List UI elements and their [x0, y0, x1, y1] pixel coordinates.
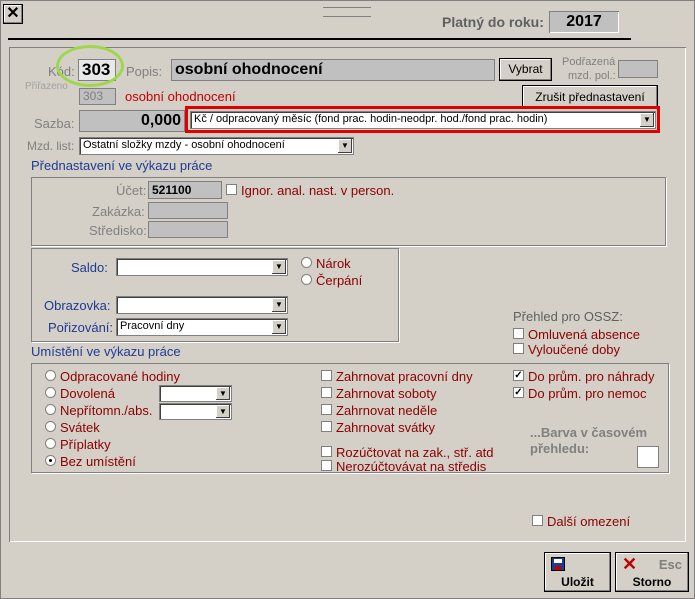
radio-worked-hours[interactable] — [45, 370, 56, 381]
color-swatch[interactable] — [637, 446, 659, 468]
draw-label: Čerpání — [316, 273, 363, 288]
include-holidays-checkbox[interactable] — [321, 421, 332, 432]
chevron-down-icon[interactable]: ▼ — [216, 405, 230, 418]
radio-no-placement[interactable] — [45, 455, 56, 466]
placement-section-title: Umístění ve výkazu práce — [31, 344, 181, 359]
excluded-periods-label: Vyloučené doby — [528, 342, 621, 357]
drag-handle[interactable] — [323, 7, 371, 17]
ossz-title: Přehled pro OSSZ: — [513, 309, 623, 324]
screen-label: Obrazovka: — [44, 298, 111, 313]
preset-section-title: Přednastavení ve výkazu práce — [31, 158, 213, 173]
excused-absence-checkbox[interactable] — [513, 328, 524, 339]
description-field[interactable]: osobní ohodnocení — [171, 59, 495, 81]
assigned-code-field: 303 — [79, 88, 116, 105]
rate-field[interactable]: 0,000 — [79, 110, 185, 132]
chevron-down-icon[interactable]: ▼ — [338, 139, 352, 153]
excluded-periods-checkbox[interactable] — [513, 343, 524, 354]
radio-worked-hours-label: Odpracované hodiny — [60, 369, 180, 384]
chevron-down-icon[interactable]: ▼ — [272, 320, 286, 334]
ignore-analytics-label: Ignor. anal. nast. v person. — [241, 183, 395, 198]
radio-holiday-label: Svátek — [60, 420, 100, 435]
rate-unit-select[interactable]: Kč / odpracovaný měsíc (fond prac. hodin… — [190, 111, 656, 129]
include-holidays-label: Zahrnovat svátky — [336, 420, 435, 435]
select-button[interactable]: Vybrat — [499, 58, 552, 81]
include-sundays-checkbox[interactable] — [321, 404, 332, 415]
avg-compensation-label: Do prům. pro náhrady — [528, 369, 655, 384]
avg-compensation-checkbox[interactable]: ✓ — [513, 370, 524, 381]
radio-holiday[interactable] — [45, 421, 56, 432]
color-label-1: ...Barva v časovém — [530, 425, 648, 440]
account-label: Účet: — [116, 183, 147, 198]
claim-label: Nárok — [316, 256, 351, 271]
draw-radio[interactable] — [301, 274, 312, 285]
wage-list-value: Ostatní složky mzdy - osobní ohodnocení — [83, 139, 285, 151]
radio-vacation[interactable] — [45, 387, 56, 398]
include-workdays-label: Zahrnovat pracovní dny — [336, 369, 473, 384]
vacation-select[interactable]: ▼ — [159, 385, 232, 402]
esc-label: Esc — [658, 557, 682, 572]
more-limits-label: Další omezení — [547, 514, 631, 529]
ignore-analytics-checkbox[interactable] — [226, 184, 237, 195]
color-label-2: přehledu: — [530, 441, 590, 456]
parent-item-label-1: Podřazená — [562, 56, 616, 68]
radio-absence-label: Nepřítomn./abs. — [60, 403, 153, 418]
center-label: Středisko: — [89, 223, 147, 238]
chevron-down-icon[interactable]: ▼ — [216, 387, 230, 400]
assigned-description: osobní ohodnocení — [125, 89, 236, 104]
radio-surcharges-label: Příplatky — [60, 437, 111, 452]
center-field[interactable] — [148, 221, 228, 238]
parent-item-label-2: mzd. pol.: — [568, 70, 616, 82]
include-saturdays-checkbox[interactable] — [321, 387, 332, 398]
wage-list-select[interactable]: Ostatní složky mzdy - osobní ohodnocení … — [79, 137, 354, 155]
order-label: Zakázka: — [92, 204, 145, 219]
saldo-label: Saldo: — [71, 260, 108, 275]
top-separator — [8, 38, 631, 40]
include-sundays-label: Zahrnovat neděle — [336, 403, 438, 418]
absence-select[interactable]: ▼ — [159, 403, 232, 420]
valid-year-label: Platný do roku: — [442, 14, 544, 30]
avg-sickness-label: Do prům. pro nemoc — [528, 386, 647, 401]
valid-year-value: 2017 — [549, 11, 619, 33]
cancel-button[interactable]: ✕ Esc Storno — [615, 552, 689, 592]
rate-label: Sazba: — [34, 116, 75, 131]
entry-select[interactable]: Pracovní dny ▼ — [116, 318, 288, 336]
radio-absence[interactable] — [45, 404, 56, 415]
radio-vacation-label: Dovolená — [60, 386, 115, 401]
rate-unit-value: Kč / odpracovaný měsíc (fond prac. hodin… — [194, 113, 548, 125]
no-center-allocate-checkbox[interactable] — [321, 460, 332, 471]
parent-item-field[interactable] — [618, 60, 658, 78]
include-saturdays-label: Zahrnovat soboty — [336, 386, 437, 401]
wage-list-label: Mzd. list: — [27, 139, 75, 153]
screen-select[interactable]: ▼ — [116, 296, 288, 314]
order-field[interactable] — [148, 202, 228, 219]
avg-sickness-checkbox[interactable]: ✓ — [513, 387, 524, 398]
allocate-label: Rozúčtovat na zak., stř. atd — [336, 445, 494, 460]
chevron-down-icon[interactable]: ▼ — [272, 260, 286, 274]
account-field[interactable]: 521100 — [148, 181, 222, 199]
save-icon — [551, 557, 565, 571]
cancel-x-icon: ✕ — [622, 554, 638, 574]
entry-label: Pořizování: — [48, 320, 114, 335]
no-center-allocate-label: Nerozúčtovávat na středis — [336, 459, 487, 474]
save-button[interactable]: Uložit — [544, 552, 611, 592]
description-label: Popis: — [126, 64, 163, 79]
assigned-label: Přiřazeno — [25, 81, 68, 92]
more-limits-checkbox[interactable] — [532, 515, 543, 526]
dialog-window: ✕ Platný do roku: 2017 Kód: 303 Popis: o… — [0, 0, 695, 599]
radio-surcharges[interactable] — [45, 438, 56, 449]
allocate-checkbox[interactable] — [321, 446, 332, 457]
claim-radio[interactable] — [301, 257, 312, 268]
radio-no-placement-label: Bez umístění — [60, 454, 136, 469]
chevron-down-icon[interactable]: ▼ — [640, 113, 654, 127]
saldo-select[interactable]: ▼ — [116, 258, 288, 276]
save-label: Uložit — [561, 575, 594, 589]
close-button[interactable]: ✕ — [3, 4, 23, 24]
chevron-down-icon[interactable]: ▼ — [272, 298, 286, 312]
entry-value: Pracovní dny — [120, 320, 185, 332]
excused-absence-label: Omluvená absence — [528, 327, 641, 342]
include-workdays-checkbox[interactable] — [321, 370, 332, 381]
cancel-label: Storno — [632, 575, 672, 589]
